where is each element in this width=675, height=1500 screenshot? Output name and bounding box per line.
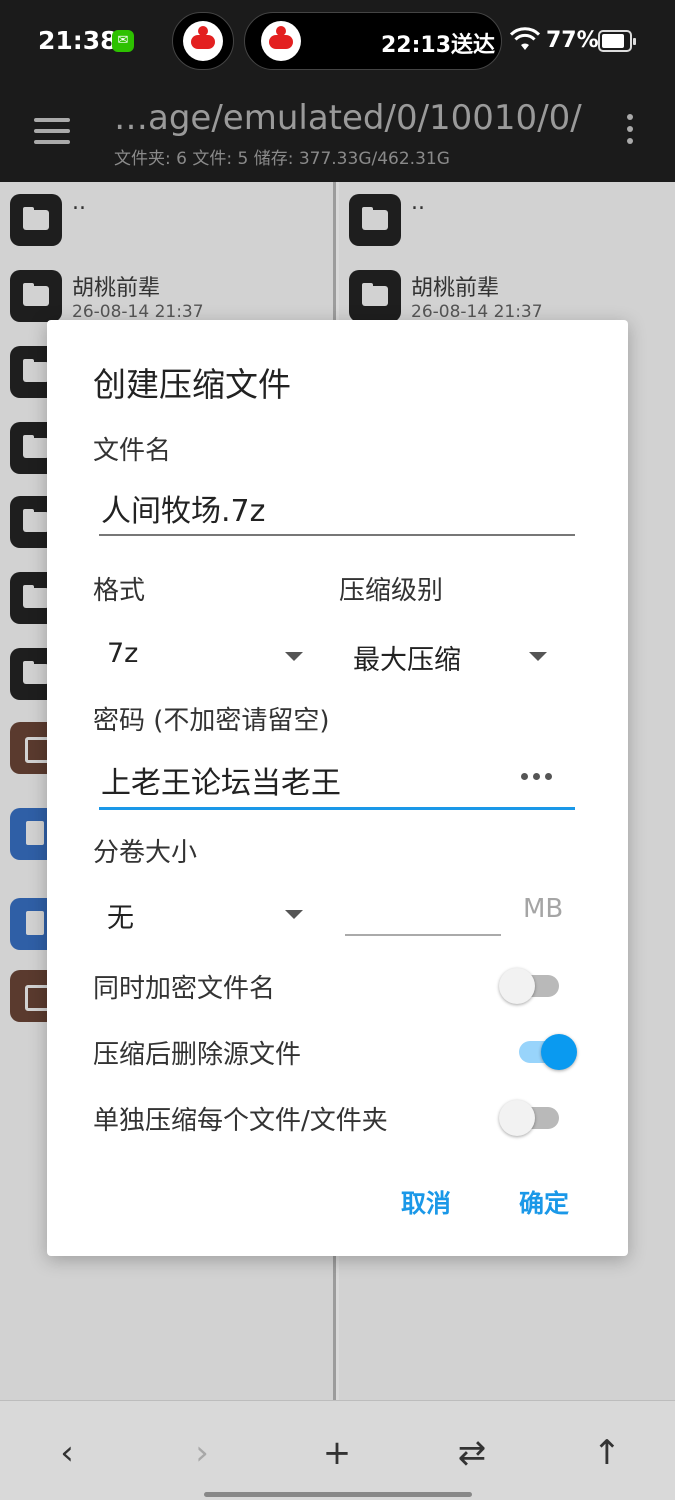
dialog-title: 创建压缩文件: [93, 365, 291, 404]
delete-source-toggle[interactable]: [513, 1031, 577, 1071]
status-bar: 21:38 ✉ 22:13送达 77%: [0, 0, 675, 86]
filename-input[interactable]: 人间牧场.7z: [99, 486, 575, 536]
create-archive-dialog: 创建压缩文件 文件名 人间牧场.7z 格式 压缩级别 7z 最大压缩 密码 (不…: [47, 320, 628, 1256]
forward-icon[interactable]: ›: [180, 1431, 224, 1475]
volume-size-dropdown[interactable]: 无: [93, 888, 303, 938]
compression-level-label: 压缩级别: [339, 576, 444, 606]
format-label: 格式: [93, 576, 146, 606]
parent-folder-icon[interactable]: ↑: [585, 1431, 629, 1475]
file-name: 胡桃前辈: [72, 276, 161, 301]
folder-icon: [349, 270, 401, 322]
password-label: 密码 (不加密请留空): [93, 706, 330, 736]
show-password-icon[interactable]: [521, 770, 555, 782]
format-dropdown[interactable]: 7z: [93, 630, 303, 680]
folder-icon: [10, 194, 62, 246]
compression-level-dropdown[interactable]: 最大压缩: [339, 630, 547, 680]
path-stats: 文件夹: 6 文件: 5 储存: 377.33G/462.31G: [114, 149, 450, 169]
battery-icon: [598, 30, 636, 52]
scooter-icon: [261, 21, 301, 61]
delivery-eta-text: 22:13送达: [381, 33, 496, 58]
gesture-bar[interactable]: [204, 1492, 472, 1497]
ok-button[interactable]: 确定: [519, 1184, 569, 1220]
live-activity-delivery[interactable]: 22:13送达: [244, 12, 502, 70]
format-value: 7z: [107, 638, 139, 669]
encrypt-names-label: 同时加密文件名: [93, 974, 276, 1004]
add-icon[interactable]: +: [315, 1431, 359, 1475]
app-toolbar: …age/emulated/0/10010/0/ 文件夹: 6 文件: 5 储存…: [0, 86, 675, 182]
list-item[interactable]: ..: [0, 182, 333, 258]
separate-archives-toggle[interactable]: [499, 1097, 563, 1137]
back-icon[interactable]: ‹: [45, 1431, 89, 1475]
file-name: 胡桃前辈: [411, 276, 500, 301]
volume-size-input[interactable]: [345, 892, 501, 936]
file-name: ..: [72, 190, 86, 215]
bottom-nav: ‹ › + ⇄ ↑: [0, 1400, 675, 1500]
filename-label: 文件名: [93, 436, 172, 466]
wifi-icon: [510, 27, 540, 50]
file-name: ..: [411, 190, 425, 215]
chevron-down-icon: [285, 910, 303, 919]
volume-size-label: 分卷大小: [93, 838, 198, 868]
cancel-button[interactable]: 取消: [401, 1184, 451, 1220]
folder-icon: [10, 270, 62, 322]
volume-unit: MB: [523, 894, 564, 924]
more-options-icon[interactable]: [624, 114, 636, 148]
swap-panes-icon[interactable]: ⇄: [450, 1431, 494, 1475]
volume-size-value: 无: [107, 903, 134, 934]
encrypt-names-toggle[interactable]: [499, 965, 563, 1005]
current-path[interactable]: …age/emulated/0/10010/0/: [114, 98, 582, 138]
compression-level-value: 最大压缩: [353, 645, 461, 676]
delete-source-label: 压缩后删除源文件: [93, 1040, 302, 1070]
separate-archives-label: 单独压缩每个文件/文件夹: [93, 1106, 388, 1136]
chevron-down-icon: [529, 652, 547, 661]
file-date: 26-08-14 21:37: [72, 302, 204, 322]
password-input[interactable]: 上老王论坛当老王: [99, 758, 575, 810]
file-date: 26-08-14 21:37: [411, 302, 543, 322]
chevron-down-icon: [285, 652, 303, 661]
scooter-icon: [183, 21, 223, 61]
status-time: 21:38: [38, 26, 118, 55]
live-activity-compact[interactable]: [172, 12, 234, 70]
folder-icon: [349, 194, 401, 246]
list-item[interactable]: ..: [339, 182, 675, 258]
battery-percent: 77%: [546, 28, 599, 53]
wechat-icon: ✉: [112, 30, 134, 52]
menu-icon[interactable]: [34, 116, 72, 146]
